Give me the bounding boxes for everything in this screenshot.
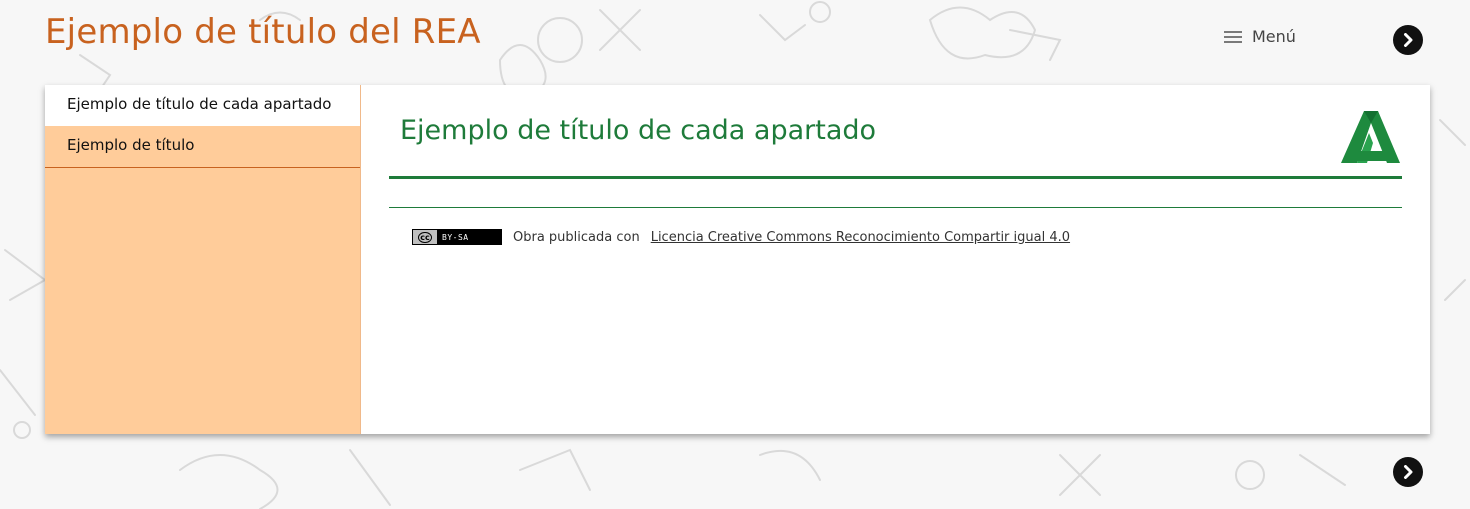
chevron-right-icon	[1404, 465, 1413, 479]
page-title: Ejemplo de título de cada apartado	[400, 115, 877, 146]
sidebar-item-apartado[interactable]: Ejemplo de título de cada apartado	[45, 85, 360, 126]
main-content: Ejemplo de título de cada apartado cc BY…	[361, 85, 1430, 434]
license-info: cc BY-SA Obra publicada con Licencia Cre…	[412, 229, 1070, 245]
sidebar: Ejemplo de título de cada apartado Ejemp…	[45, 85, 361, 434]
cc-terms: BY-SA	[442, 232, 469, 242]
hamburger-icon	[1224, 30, 1242, 44]
cc-icon: cc	[418, 231, 432, 243]
sidebar-item-label: Ejemplo de título	[67, 136, 195, 154]
next-page-button-bottom[interactable]	[1393, 457, 1423, 487]
menu-label: Menú	[1252, 27, 1296, 46]
site-title: Ejemplo de título del REA	[45, 12, 481, 52]
sidebar-item-label: Ejemplo de título de cada apartado	[67, 95, 332, 113]
chevron-right-icon	[1404, 33, 1413, 47]
title-divider	[389, 176, 1402, 179]
menu-button[interactable]: Menú	[1224, 27, 1296, 46]
sidebar-item-titulo[interactable]: Ejemplo de título	[45, 126, 360, 168]
license-text: Obra publicada con	[513, 229, 640, 245]
cc-by-sa-badge[interactable]: cc BY-SA	[412, 229, 502, 245]
next-page-button-top[interactable]	[1393, 25, 1423, 55]
junta-andalucia-logo	[1341, 111, 1400, 163]
license-link[interactable]: Licencia Creative Commons Reconocimiento…	[651, 230, 1070, 245]
footer-divider	[389, 207, 1402, 208]
content-card: Ejemplo de título de cada apartado Ejemp…	[45, 85, 1430, 434]
